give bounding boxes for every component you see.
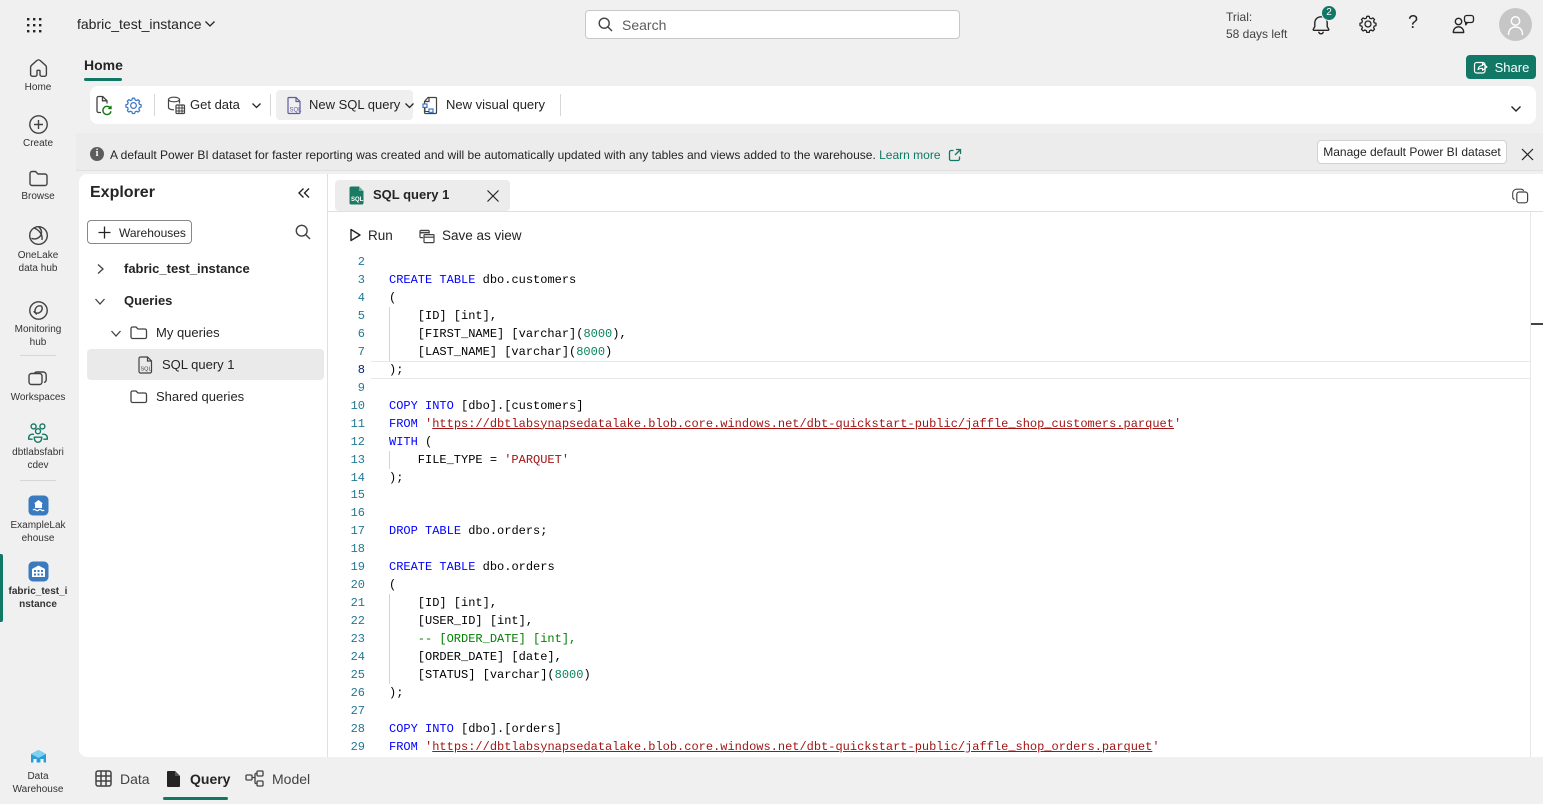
svg-text:SQL: SQL (290, 108, 303, 114)
svg-text:SQL: SQL (351, 197, 364, 203)
svg-text:SQL: SQL (141, 367, 152, 373)
